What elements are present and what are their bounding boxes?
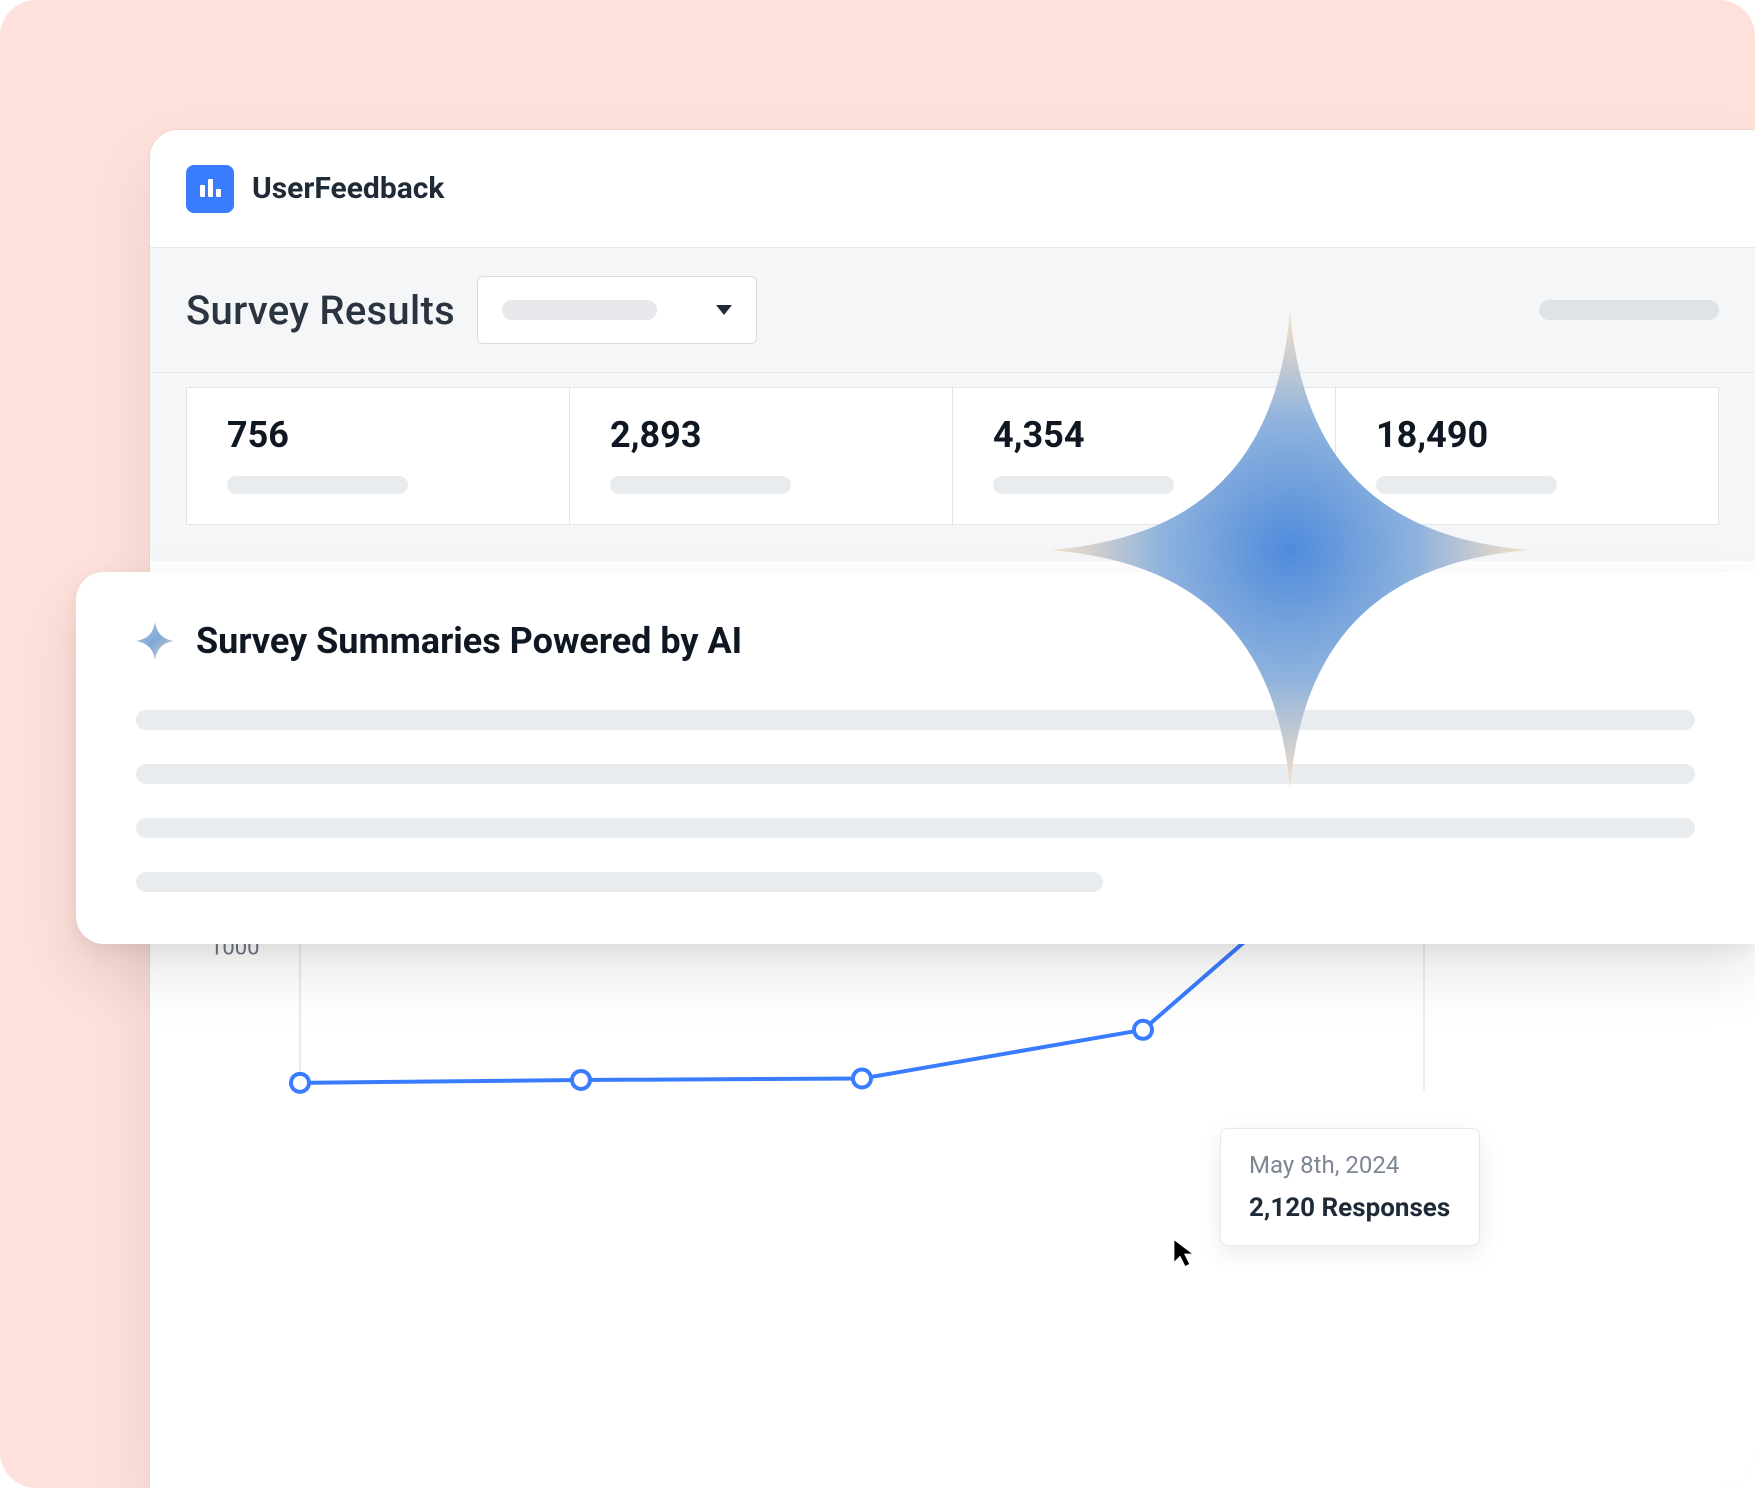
select-value-placeholder <box>502 300 657 320</box>
cursor-icon <box>1172 1238 1198 1268</box>
stat-card: 756 <box>186 387 570 525</box>
toolbar-action-placeholder <box>1539 300 1719 320</box>
survey-select[interactable] <box>477 276 757 344</box>
tooltip-value: 2,120 Responses <box>1249 1193 1451 1223</box>
stat-label-placeholder <box>1376 476 1557 494</box>
stat-label-placeholder <box>227 476 408 494</box>
stat-label-placeholder <box>993 476 1174 494</box>
stat-value: 4,354 <box>993 414 1295 456</box>
app-header: UserFeedback <box>150 130 1755 248</box>
ai-summary-title: Survey Summaries Powered by AI <box>196 620 742 662</box>
text-placeholder <box>136 818 1695 838</box>
text-placeholder <box>136 710 1695 730</box>
sparkle-icon <box>136 622 174 660</box>
stat-value: 756 <box>227 414 529 456</box>
chart-tooltip: May 8th, 2024 2,120 Responses <box>1220 1128 1480 1246</box>
brand-name: UserFeedback <box>252 171 444 206</box>
text-placeholder <box>136 764 1695 784</box>
stat-value: 2,893 <box>610 414 912 456</box>
stat-row: 756 2,893 4,354 18,490 <box>150 373 1755 561</box>
brand-logo-icon <box>186 165 234 213</box>
ai-summary-card: Survey Summaries Powered by AI <box>76 572 1755 944</box>
toolbar: Survey Results <box>150 248 1755 373</box>
text-placeholder <box>136 872 1103 892</box>
tooltip-date: May 8th, 2024 <box>1249 1151 1451 1179</box>
page-title: Survey Results <box>186 287 455 334</box>
stat-label-placeholder <box>610 476 791 494</box>
page-background: UserFeedback Survey Results 756 2,893 4,… <box>0 0 1755 1488</box>
stat-card: 18,490 <box>1335 387 1719 525</box>
chevron-down-icon <box>716 305 732 315</box>
ai-summary-header: Survey Summaries Powered by AI <box>136 620 1695 662</box>
stat-value: 18,490 <box>1376 414 1678 456</box>
stat-card: 2,893 <box>569 387 953 525</box>
stat-card: 4,354 <box>952 387 1336 525</box>
